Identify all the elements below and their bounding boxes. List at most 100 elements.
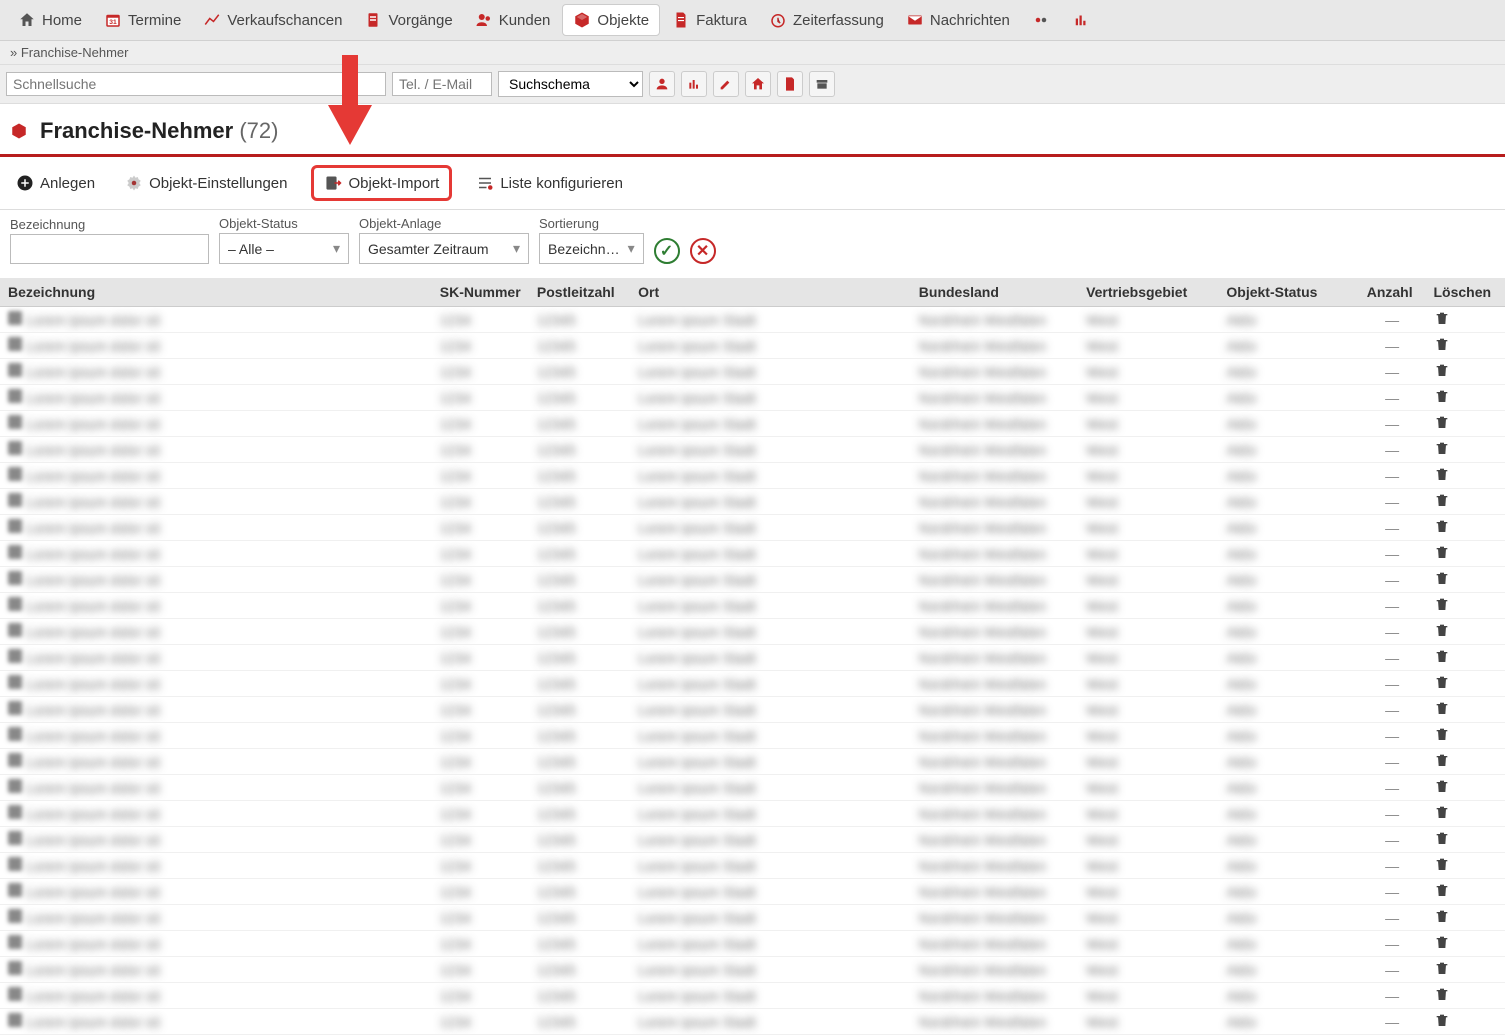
delete-row-button[interactable] <box>1434 937 1450 953</box>
toolbar-btn-chart[interactable] <box>681 71 707 97</box>
toolbar-btn-home[interactable] <box>745 71 771 97</box>
nav-extra-1[interactable] <box>1022 5 1060 35</box>
table-row[interactable]: Lorem ipsum dolor sit123412345Lorem ipsu… <box>0 463 1505 489</box>
delete-row-button[interactable] <box>1434 443 1450 459</box>
filter-status-select[interactable]: – Alle –▾ <box>219 233 349 264</box>
delete-row-button[interactable] <box>1434 469 1450 485</box>
toolbar-btn-doc[interactable] <box>777 71 803 97</box>
quick-search-input[interactable] <box>6 72 386 96</box>
th-plz[interactable]: Postleitzahl <box>529 278 630 307</box>
table-row[interactable]: Lorem ipsum dolor sit123412345Lorem ipsu… <box>0 671 1505 697</box>
action-settings[interactable]: Objekt-Einstellungen <box>119 170 293 196</box>
delete-row-button[interactable] <box>1434 547 1450 563</box>
table-row[interactable]: Lorem ipsum dolor sit123412345Lorem ipsu… <box>0 619 1505 645</box>
th-sk[interactable]: SK-Nummer <box>432 278 529 307</box>
delete-row-button[interactable] <box>1434 599 1450 615</box>
delete-row-button[interactable] <box>1434 313 1450 329</box>
table-row[interactable]: Lorem ipsum dolor sit123412345Lorem ipsu… <box>0 515 1505 541</box>
th-bezeichnung[interactable]: Bezeichnung <box>0 278 432 307</box>
table-row[interactable]: Lorem ipsum dolor sit123412345Lorem ipsu… <box>0 957 1505 983</box>
breadcrumb-link[interactable]: Franchise-Nehmer <box>21 45 129 60</box>
th-vertrieb[interactable]: Vertriebsgebiet <box>1078 278 1218 307</box>
delete-row-button[interactable] <box>1434 885 1450 901</box>
nav-extra-2[interactable] <box>1062 5 1100 35</box>
toolbar-btn-edit[interactable] <box>713 71 739 97</box>
table-row[interactable]: Lorem ipsum dolor sit123412345Lorem ipsu… <box>0 307 1505 333</box>
table-row[interactable]: Lorem ipsum dolor sit123412345Lorem ipsu… <box>0 879 1505 905</box>
delete-row-button[interactable] <box>1434 755 1450 771</box>
table-row[interactable]: Lorem ipsum dolor sit123412345Lorem ipsu… <box>0 827 1505 853</box>
delete-row-button[interactable] <box>1434 391 1450 407</box>
action-import[interactable]: Objekt-Import <box>311 165 452 201</box>
nav-termine[interactable]: 31 Termine <box>94 5 191 35</box>
table-row[interactable]: Lorem ipsum dolor sit123412345Lorem ipsu… <box>0 359 1505 385</box>
tel-email-input[interactable] <box>392 72 492 96</box>
delete-row-button[interactable] <box>1434 625 1450 641</box>
th-bundesland[interactable]: Bundesland <box>911 278 1078 307</box>
delete-row-button[interactable] <box>1434 495 1450 511</box>
table-row[interactable]: Lorem ipsum dolor sit123412345Lorem ipsu… <box>0 385 1505 411</box>
nav-home[interactable]: Home <box>8 5 92 35</box>
delete-row-button[interactable] <box>1434 703 1450 719</box>
delete-row-button[interactable] <box>1434 521 1450 537</box>
table-row[interactable]: Lorem ipsum dolor sit123412345Lorem ipsu… <box>0 983 1505 1009</box>
delete-row-button[interactable] <box>1434 573 1450 589</box>
table-row[interactable]: Lorem ipsum dolor sit123412345Lorem ipsu… <box>0 749 1505 775</box>
delete-row-button[interactable] <box>1434 911 1450 927</box>
table-row[interactable]: Lorem ipsum dolor sit123412345Lorem ipsu… <box>0 723 1505 749</box>
table-row[interactable]: Lorem ipsum dolor sit123412345Lorem ipsu… <box>0 775 1505 801</box>
cell-anzahl: — <box>1359 749 1426 775</box>
delete-row-button[interactable] <box>1434 339 1450 355</box>
filter-anlage-select[interactable]: Gesamter Zeitraum▾ <box>359 233 529 264</box>
table-row[interactable]: Lorem ipsum dolor sit123412345Lorem ipsu… <box>0 567 1505 593</box>
delete-row-button[interactable] <box>1434 807 1450 823</box>
table-row[interactable]: Lorem ipsum dolor sit123412345Lorem ipsu… <box>0 333 1505 359</box>
table-row[interactable]: Lorem ipsum dolor sit123412345Lorem ipsu… <box>0 801 1505 827</box>
nav-zeiterfassung[interactable]: Zeiterfassung <box>759 5 894 35</box>
filter-sort-select[interactable]: Bezeichn…▾ <box>539 233 644 264</box>
nav-kunden[interactable]: Kunden <box>465 5 561 35</box>
table-row[interactable]: Lorem ipsum dolor sit123412345Lorem ipsu… <box>0 697 1505 723</box>
cell-anzahl: — <box>1359 359 1426 385</box>
filter-bezeichnung-input[interactable] <box>10 234 209 264</box>
table-row[interactable]: Lorem ipsum dolor sit123412345Lorem ipsu… <box>0 541 1505 567</box>
delete-row-button[interactable] <box>1434 833 1450 849</box>
delete-row-button[interactable] <box>1434 677 1450 693</box>
nav-verkaufschancen[interactable]: Verkaufschancen <box>193 5 352 35</box>
cell-anzahl: — <box>1359 723 1426 749</box>
th-status[interactable]: Objekt-Status <box>1218 278 1358 307</box>
search-schema-select[interactable]: Suchschema <box>498 71 643 97</box>
table-row[interactable]: Lorem ipsum dolor sit123412345Lorem ipsu… <box>0 1009 1505 1035</box>
table-row[interactable]: Lorem ipsum dolor sit123412345Lorem ipsu… <box>0 931 1505 957</box>
th-loeschen[interactable]: Löschen <box>1426 278 1505 307</box>
delete-row-button[interactable] <box>1434 1015 1450 1031</box>
nav-nachrichten[interactable]: Nachrichten <box>896 5 1020 35</box>
th-ort[interactable]: Ort <box>630 278 911 307</box>
th-anzahl[interactable]: Anzahl <box>1359 278 1426 307</box>
table-row[interactable]: Lorem ipsum dolor sit123412345Lorem ipsu… <box>0 593 1505 619</box>
table-row[interactable]: Lorem ipsum dolor sit123412345Lorem ipsu… <box>0 489 1505 515</box>
table-row[interactable]: Lorem ipsum dolor sit123412345Lorem ipsu… <box>0 905 1505 931</box>
delete-row-button[interactable] <box>1434 963 1450 979</box>
delete-row-button[interactable] <box>1434 365 1450 381</box>
table-row[interactable]: Lorem ipsum dolor sit123412345Lorem ipsu… <box>0 411 1505 437</box>
delete-row-button[interactable] <box>1434 859 1450 875</box>
delete-row-button[interactable] <box>1434 729 1450 745</box>
delete-row-button[interactable] <box>1434 989 1450 1005</box>
delete-row-button[interactable] <box>1434 651 1450 667</box>
nav-vorgaenge[interactable]: Vorgänge <box>354 5 462 35</box>
nav-faktura[interactable]: Faktura <box>662 5 757 35</box>
table-row[interactable]: Lorem ipsum dolor sit123412345Lorem ipsu… <box>0 645 1505 671</box>
filter-apply-button[interactable]: ✓ <box>654 238 680 264</box>
filter-label: Objekt-Anlage <box>359 216 529 231</box>
table-row[interactable]: Lorem ipsum dolor sit123412345Lorem ipsu… <box>0 853 1505 879</box>
toolbar-btn-person[interactable] <box>649 71 675 97</box>
filter-reset-button[interactable]: ✕ <box>690 238 716 264</box>
action-create[interactable]: Anlegen <box>10 170 101 196</box>
table-row[interactable]: Lorem ipsum dolor sit123412345Lorem ipsu… <box>0 437 1505 463</box>
delete-row-button[interactable] <box>1434 781 1450 797</box>
delete-row-button[interactable] <box>1434 417 1450 433</box>
action-configure[interactable]: Liste konfigurieren <box>470 170 629 196</box>
nav-objekte[interactable]: Objekte <box>562 4 660 36</box>
toolbar-btn-archive[interactable] <box>809 71 835 97</box>
